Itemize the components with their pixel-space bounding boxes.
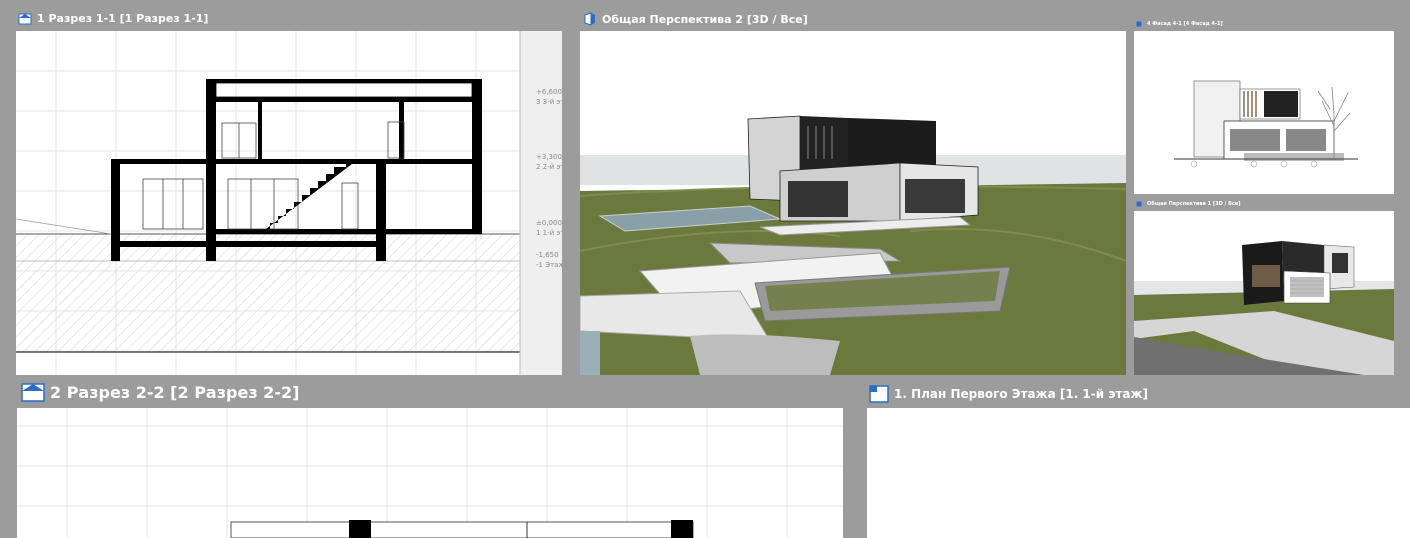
perspective-1-title-bar[interactable]: Общая Перспектива 1 [3D / Все] bbox=[1136, 201, 1241, 207]
level-elev-3: ±0,000 bbox=[536, 219, 562, 227]
section-2-title: 2 Разрез 2-2 [2 Разрез 2-2] bbox=[50, 382, 300, 402]
section-1-title-bar[interactable]: 1 Разрез 1-1 [1 Разрез 1-1] bbox=[18, 12, 208, 25]
perspective-2-render[interactable] bbox=[580, 31, 1126, 375]
plan-1-title-bar[interactable]: 1. План Первого Этажа [1. 1-й этаж] bbox=[869, 385, 1148, 403]
level-elev-2: +3,300 bbox=[536, 153, 562, 161]
level-name-3: 1 1-й эт bbox=[536, 229, 562, 237]
section-1-title: 1 Разрез 1-1 [1 Разрез 1-1] bbox=[37, 12, 209, 25]
level-name-4: -1 Этаж bbox=[536, 261, 562, 269]
3d-view-icon bbox=[583, 12, 597, 26]
perspective-2-title: Общая Перспектива 2 [3D / Все] bbox=[602, 12, 808, 26]
plan-1-drawing[interactable] bbox=[867, 408, 1410, 538]
facade-4-title: 4 Фасад 4-1 [4 Фасад 4-1] bbox=[1147, 21, 1223, 27]
facade-4-drawing[interactable] bbox=[1134, 31, 1394, 194]
perspective-1-render[interactable] bbox=[1134, 211, 1394, 375]
section-view-icon bbox=[18, 13, 32, 25]
level-name-1: 3 3-й эт bbox=[536, 98, 562, 106]
perspective-2-title-bar[interactable]: Общая Перспектива 2 [3D / Все] bbox=[583, 12, 808, 26]
level-elev-1: +6,600 bbox=[536, 88, 562, 96]
plan-1-title: 1. План Первого Этажа [1. 1-й этаж] bbox=[894, 387, 1148, 401]
perspective-1-title: Общая Перспектива 1 [3D / Все] bbox=[1147, 201, 1241, 207]
facade-4-title-bar[interactable]: 4 Фасад 4-1 [4 Фасад 4-1] bbox=[1136, 21, 1223, 27]
level-name-2: 2 2-й эт bbox=[536, 163, 562, 171]
section-view-icon bbox=[21, 382, 45, 402]
elevation-view-icon bbox=[1136, 21, 1142, 27]
section-2-title-bar[interactable]: 2 Разрез 2-2 [2 Разрез 2-2] bbox=[21, 382, 299, 402]
3d-view-icon bbox=[1136, 201, 1142, 207]
level-elev-4: -1,650 bbox=[536, 251, 559, 259]
section-2-drawing[interactable] bbox=[17, 408, 843, 538]
section-1-drawing[interactable]: +6,600 3 3-й эт +3,300 2 2-й эт ±0,000 1… bbox=[16, 31, 562, 375]
floor-plan-icon bbox=[869, 385, 889, 403]
